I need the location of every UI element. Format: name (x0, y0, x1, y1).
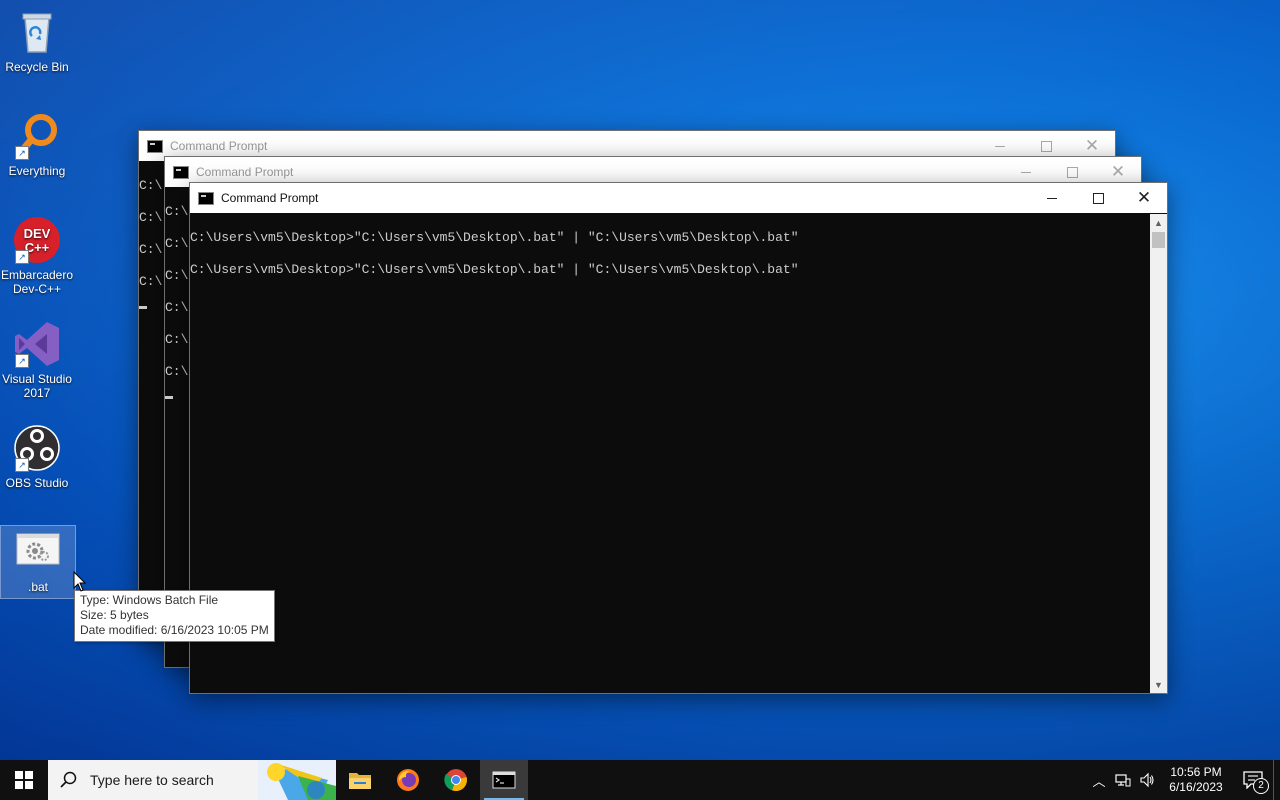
window-titlebar[interactable]: Command Prompt ✕ (190, 183, 1167, 213)
desktop-icon-visual-studio[interactable]: ↗ Visual Studio 2017 (0, 320, 74, 400)
console-line: C:\Users\vm5\Desktop>"C:\Users\vm5\Deskt… (190, 262, 799, 277)
visual-studio-icon: ↗ (13, 320, 61, 368)
shortcut-arrow-icon: ↗ (15, 146, 29, 160)
window-title: Command Prompt (196, 165, 294, 179)
minimize-icon (1021, 171, 1031, 173)
clock-time: 10:56 PM (1170, 765, 1222, 779)
shortcut-arrow-icon: ↗ (15, 354, 29, 368)
close-icon: ✕ (1084, 135, 1100, 156)
taskbar-chrome[interactable] (432, 760, 480, 800)
minimize-icon (1047, 197, 1057, 199)
maximize-icon (1066, 166, 1078, 178)
desktop-icon-bat-file[interactable]: .bat (0, 525, 76, 599)
tooltip-size: Size: 5 bytes (80, 608, 149, 622)
chevron-up-icon: ▲ (1154, 217, 1163, 228)
window-title: Command Prompt (170, 139, 268, 153)
start-button[interactable] (0, 760, 48, 800)
show-desktop-button[interactable] (1273, 760, 1280, 800)
minimize-button[interactable] (1029, 183, 1075, 213)
desktop-icon-label: Visual Studio 2017 (2, 372, 72, 400)
scroll-down-button[interactable]: ▼ (1150, 676, 1167, 693)
windows-logo-icon (15, 771, 33, 789)
obs-icon: ↗ (13, 424, 61, 472)
console-output[interactable]: C:\Users\vm5\Desktop>"C:\Users\vm5\Deskt… (190, 214, 1150, 693)
firefox-icon (397, 769, 419, 791)
desktop-icon-everything[interactable]: ↗ Everything (0, 112, 74, 178)
network-icon[interactable] (1111, 760, 1135, 800)
desktop[interactable]: Recycle Bin ↗ Everything DEV C++ ↗ Embar… (0, 0, 1280, 760)
cmd-app-icon (198, 191, 214, 205)
desktop-icon-label: Recycle Bin (5, 60, 69, 74)
vertical-scrollbar[interactable]: ▲ ▼ (1150, 214, 1167, 693)
action-center-button[interactable]: 2 (1233, 760, 1273, 800)
cmd-app-icon (147, 139, 163, 153)
desktop-icon-obs[interactable]: ↗ OBS Studio (0, 424, 74, 490)
shortcut-arrow-icon: ↗ (15, 250, 29, 264)
taskbar-clock[interactable]: 10:56 PM 6/16/2023 (1159, 765, 1233, 795)
tooltip-date-modified: Date modified: 6/16/2023 10:05 PM (80, 623, 269, 637)
search-icon (60, 771, 77, 788)
mouse-pointer-icon (73, 571, 87, 592)
volume-icon[interactable] (1135, 760, 1159, 800)
cmd-app-icon (173, 165, 189, 179)
desktop-icon-label: .bat (27, 580, 48, 594)
tooltip-type: Type: Windows Batch File (80, 593, 219, 607)
desktop-icon-label: Embarcadero Dev-C++ (0, 268, 74, 296)
taskbar-search-box[interactable]: Type here to search (48, 760, 336, 800)
recycle-bin-icon (13, 8, 61, 56)
clock-date: 6/16/2023 (1169, 780, 1223, 794)
command-prompt-window-active[interactable]: Command Prompt ✕ C:\Users\vm5\Desktop>"C… (189, 182, 1168, 694)
desktop-icon-recycle-bin[interactable]: Recycle Bin (0, 8, 74, 74)
close-button[interactable]: ✕ (1121, 183, 1167, 213)
taskbar-firefox[interactable] (384, 760, 432, 800)
search-placeholder: Type here to search (90, 772, 214, 788)
batch-file-gear-icon (16, 532, 60, 566)
desktop-icon-devcpp[interactable]: DEV C++ ↗ Embarcadero Dev-C++ (0, 216, 74, 296)
text-cursor (139, 306, 147, 309)
scroll-thumb[interactable] (1152, 232, 1165, 248)
maximize-icon (1040, 140, 1052, 152)
shortcut-arrow-icon: ↗ (15, 458, 29, 472)
taskbar-command-prompt[interactable] (480, 760, 528, 800)
search-highlight-illustration-icon (258, 760, 336, 800)
maximize-icon (1092, 192, 1104, 204)
system-tray: ︿ 10:56 PM 6/16/2023 2 (1087, 760, 1280, 800)
maximize-button[interactable] (1075, 183, 1121, 213)
terminal-icon (492, 771, 516, 789)
window-title: Command Prompt (221, 191, 319, 205)
magnifier-icon: ↗ (13, 112, 61, 160)
speaker-icon (1140, 772, 1154, 788)
close-icon: ✕ (1110, 161, 1126, 182)
chrome-icon (444, 769, 467, 792)
text-cursor (165, 396, 173, 399)
devcpp-icon: DEV C++ ↗ (13, 216, 61, 264)
chevron-down-icon: ▼ (1154, 679, 1163, 690)
console-line: C:\Users\vm5\Desktop>"C:\Users\vm5\Deskt… (190, 230, 799, 245)
desktop-icon-label: OBS Studio (5, 476, 69, 490)
close-icon: ✕ (1136, 187, 1152, 208)
svg-text:DEV: DEV (24, 226, 51, 241)
network-wired-icon (1115, 774, 1131, 787)
taskbar: Type here to search ︿ 10:56 PM 6/16/2023… (0, 760, 1280, 800)
show-hidden-icons-chevron-icon[interactable]: ︿ (1087, 760, 1111, 800)
notification-count-badge: 2 (1253, 778, 1269, 794)
minimize-icon (995, 145, 1005, 147)
taskbar-file-explorer[interactable] (336, 760, 384, 800)
file-info-tooltip: Type: Windows Batch File Size: 5 bytes D… (74, 590, 275, 642)
scroll-up-button[interactable]: ▲ (1150, 214, 1167, 231)
folder-icon (349, 773, 371, 789)
desktop-icon-label: Everything (8, 164, 66, 178)
